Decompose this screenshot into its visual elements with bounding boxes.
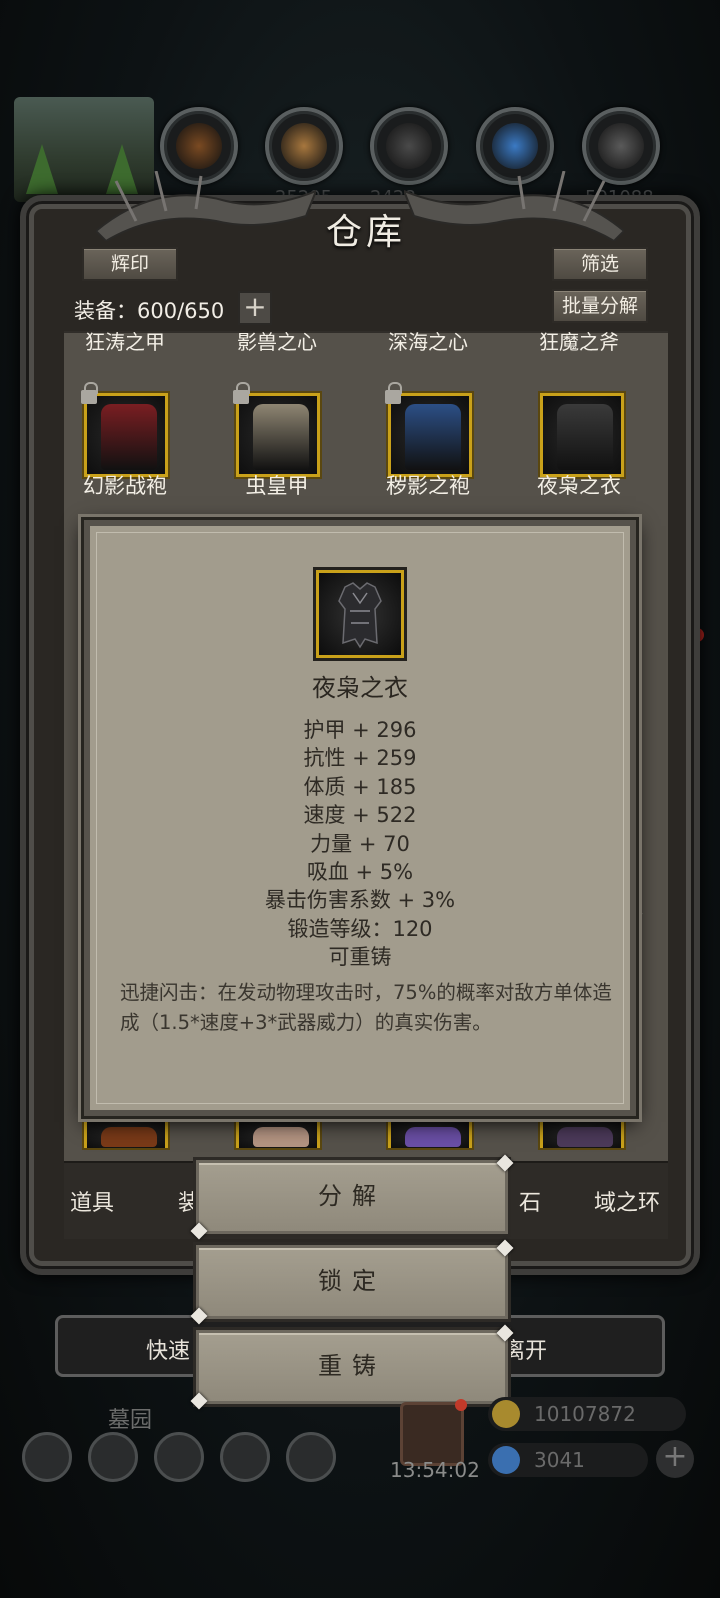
item-name: 虫皇甲 bbox=[245, 474, 309, 498]
reforge-button[interactable]: 重铸 bbox=[196, 1330, 508, 1404]
armor-robe-icon bbox=[101, 404, 157, 470]
gold-coin-icon bbox=[492, 1400, 520, 1428]
filter-button[interactable]: 筛选 bbox=[552, 247, 648, 281]
gift-timer: 13:54:02 bbox=[390, 1458, 480, 1482]
item-name: 夜枭之衣 bbox=[537, 474, 621, 498]
item-name: 幻影战袍 bbox=[83, 474, 167, 498]
leave-button[interactable]: 离开 bbox=[503, 1333, 547, 1365]
weapon-icon bbox=[101, 1127, 157, 1147]
gold-amount: 10107872 bbox=[534, 1402, 636, 1426]
stat-line: 力量 + 70 bbox=[310, 831, 410, 856]
expand-capacity-button[interactable]: + bbox=[238, 291, 272, 325]
item-slot[interactable] bbox=[385, 382, 472, 477]
gift-icon[interactable] bbox=[400, 1399, 467, 1466]
armor-icon bbox=[557, 1127, 613, 1147]
gem-icon bbox=[492, 1446, 520, 1474]
stat-line: 可重铸 bbox=[328, 945, 392, 970]
settings-icon[interactable] bbox=[22, 1432, 72, 1482]
lock-icon bbox=[81, 382, 98, 404]
item-slot[interactable] bbox=[233, 382, 320, 477]
item-detail-tooltip: 夜枭之衣 护甲 + 296 抗性 + 259 体质 + 185 速度 + 522… bbox=[84, 520, 636, 1116]
lock-icon bbox=[233, 382, 250, 404]
item-label: 深海之心 bbox=[388, 330, 468, 354]
armor-icon bbox=[253, 1127, 309, 1147]
item-label: 狂涛之甲 bbox=[85, 330, 165, 354]
map-icon[interactable] bbox=[154, 1432, 204, 1482]
stat-line: 速度 + 522 bbox=[303, 803, 417, 828]
armor-plate-icon bbox=[253, 404, 309, 470]
stat-list: 护甲 + 296 抗性 + 259 体质 + 185 速度 + 522 力量 +… bbox=[90, 716, 630, 972]
gem-display: 3041 bbox=[488, 1443, 648, 1477]
item-slot[interactable] bbox=[388, 1118, 472, 1148]
decompose-button[interactable]: 分解 bbox=[196, 1160, 508, 1234]
chat-icon[interactable] bbox=[286, 1432, 336, 1482]
lock-button[interactable]: 锁定 bbox=[196, 1245, 508, 1319]
quick-button[interactable]: 快速 bbox=[146, 1333, 190, 1365]
stat-line: 护甲 + 296 bbox=[303, 718, 417, 742]
stat-line: 暴击伤害系数 + 3% bbox=[264, 888, 456, 913]
add-currency-button[interactable]: + bbox=[656, 1440, 694, 1478]
gem-amount: 3041 bbox=[534, 1448, 585, 1472]
item-slot[interactable] bbox=[84, 1118, 168, 1148]
skill-description: 迅捷闪击：在发动物理攻击时，75%的概率对敌方单体造成（1.5*速度+3*武器威… bbox=[120, 981, 612, 1034]
badge-icon[interactable] bbox=[88, 1432, 138, 1482]
stat-line: 体质 + 185 bbox=[303, 774, 417, 799]
item-slot[interactable] bbox=[81, 382, 168, 477]
armor-cloak-icon bbox=[557, 404, 613, 470]
equipment-count: 装备：600/650 bbox=[74, 299, 225, 323]
item-slot[interactable] bbox=[236, 1118, 320, 1148]
tab-items[interactable]: 道具 bbox=[70, 1185, 114, 1217]
armor-cloak-icon bbox=[338, 582, 382, 649]
gold-display: 10107872 bbox=[488, 1397, 686, 1431]
bulk-decompose-button[interactable]: 批量分解 bbox=[552, 289, 648, 323]
stat-line: 吸血 + 5% bbox=[306, 859, 414, 884]
item-title: 夜枭之衣 bbox=[312, 674, 408, 702]
tab-gems[interactable]: 石 bbox=[519, 1185, 541, 1217]
stat-line: 锻造等级：120 bbox=[287, 916, 433, 941]
item-icon bbox=[316, 570, 404, 658]
armor-icon bbox=[405, 1127, 461, 1147]
emblem-button[interactable]: 辉印 bbox=[82, 247, 178, 281]
item-name: 秽影之袍 bbox=[386, 474, 470, 498]
item-slot[interactable] bbox=[540, 1118, 624, 1148]
armor-robe-icon bbox=[405, 404, 461, 470]
tab-domain-rings[interactable]: 域之环 bbox=[594, 1185, 660, 1217]
item-label: 影兽之心 bbox=[237, 330, 317, 354]
item-slot[interactable] bbox=[540, 393, 624, 477]
game-screen: 25295 2428 591088 仓库 辉印 筛选 装备：600/650 + … bbox=[0, 0, 720, 1598]
stat-line: 抗性 + 259 bbox=[303, 746, 417, 771]
item-label: 狂魔之斧 bbox=[539, 330, 619, 354]
lock-icon bbox=[385, 382, 402, 404]
mail-icon[interactable] bbox=[220, 1432, 270, 1482]
palm-tree-icon bbox=[26, 144, 58, 194]
location-label: 墓园 bbox=[108, 1408, 153, 1433]
